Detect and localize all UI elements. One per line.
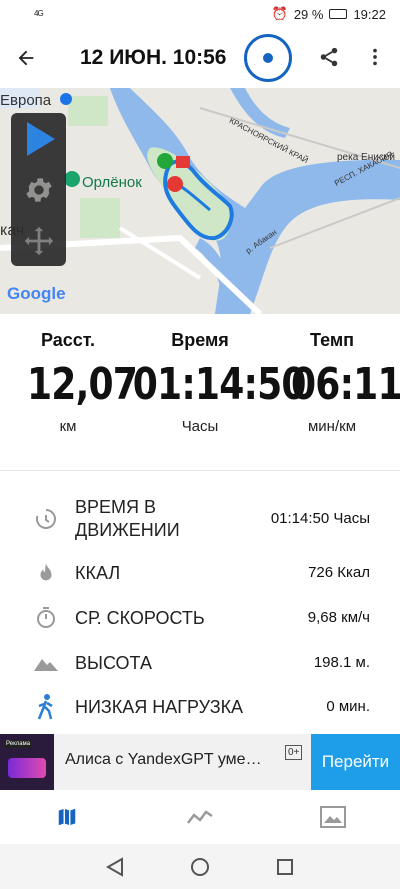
- map-icon: [58, 808, 76, 826]
- record-dot-icon: [263, 53, 273, 63]
- back-button[interactable]: [0, 28, 52, 88]
- gear-icon: [25, 177, 52, 202]
- ad-thumbnail: Реклама: [0, 734, 54, 790]
- detail-name: НИЗКАЯ НАГРУЗКА: [75, 697, 244, 717]
- detail-value: 01:14:50 Часы: [270, 510, 370, 527]
- detail-value: 726 Ккал: [308, 564, 370, 581]
- share-button[interactable]: [314, 42, 344, 72]
- stat-time: Время 01:14:50 Часы: [118, 330, 307, 435]
- finish-flag-icon: [176, 156, 190, 168]
- stat-label: Расст.: [40, 330, 96, 350]
- divider: [0, 470, 400, 471]
- start-marker: [157, 153, 173, 169]
- end-marker: [167, 176, 183, 192]
- page-title: 12 ИЮН. 10:56: [80, 46, 227, 69]
- move-arrows-icon: [24, 226, 53, 255]
- map-label-orlenok: Орлёнок: [82, 174, 142, 191]
- circle-home-icon: [191, 858, 209, 876]
- ad-badge: Реклама: [4, 740, 33, 748]
- detail-name: ККАЛ: [75, 563, 121, 583]
- status-bar: 4G ⏰ 29 % 19:22: [0, 0, 400, 28]
- tab-charts[interactable]: [185, 804, 215, 830]
- map-controls: [11, 113, 66, 266]
- ad-text: Алиса с YandexGPT уме…: [65, 751, 262, 768]
- detail-name: ВРЕМЯ В ДВИЖЕНИИ: [75, 497, 180, 540]
- stat-value: 06:11: [291, 359, 400, 410]
- detail-row-low-load: НИЗКАЯ НАГРУЗКА 0 мин.: [0, 694, 400, 720]
- system-nav-bar: [0, 844, 400, 889]
- stat-label: Темп: [309, 330, 355, 350]
- stat-unit: Часы: [181, 418, 219, 435]
- stat-unit: км: [59, 418, 77, 435]
- detail-value: 0 мин.: [326, 698, 370, 715]
- image-icon: [320, 806, 346, 828]
- battery-level: 29 %: [293, 6, 324, 22]
- ad-banner[interactable]: Реклама Алиса с YandexGPT уме… 0+ Перейт…: [0, 734, 400, 790]
- tab-photos[interactable]: [318, 804, 348, 830]
- app-bar: 12 ИЮН. 10:56: [0, 28, 400, 88]
- arrow-left-icon: [18, 50, 34, 66]
- age-rating: 0+: [285, 745, 303, 760]
- ad-cta-button[interactable]: Перейти: [311, 734, 400, 790]
- nav-home-button[interactable]: [189, 856, 211, 878]
- detail-row-kcal: ККАЛ 726 Ккал: [0, 560, 400, 586]
- more-vert-icon: [373, 48, 377, 66]
- place-pin-icon: [64, 171, 80, 187]
- stopwatch-icon: [34, 606, 58, 630]
- triangle-back-icon: [106, 857, 123, 877]
- ad-image: [8, 758, 46, 778]
- stat-label: Время: [171, 330, 229, 350]
- summary-stats: Расст. 12,07 км Время 01:14:50 Часы Темп…: [0, 330, 400, 460]
- record-button[interactable]: [244, 34, 292, 82]
- google-logo-text: Google: [7, 284, 66, 303]
- nav-back-button[interactable]: [104, 856, 126, 878]
- tab-map[interactable]: [52, 804, 82, 830]
- detail-value: 198.1 м.: [313, 654, 370, 671]
- map-label-europe: Европа: [0, 92, 52, 109]
- stat-distance: Расст. 12,07 км: [18, 330, 138, 435]
- google-logo: Google: [7, 284, 66, 304]
- detail-row-altitude: ВЫСОТА 198.1 м.: [0, 650, 400, 676]
- stat-pace: Темп 06:11 мин/км: [282, 330, 400, 435]
- settings-button[interactable]: [11, 164, 66, 215]
- flame-icon: [34, 561, 58, 585]
- chart-line-icon: [187, 810, 213, 824]
- more-menu-button[interactable]: [360, 42, 390, 72]
- walker-icon: [34, 694, 58, 720]
- nav-recents-button[interactable]: [274, 856, 296, 878]
- alarm-icon: ⏰: [271, 6, 288, 21]
- detail-row-moving-time: ВРЕМЯ В ДВИЖЕНИИ 01:14:50 Часы: [0, 494, 400, 544]
- stat-value: 12,07: [27, 359, 138, 410]
- move-button[interactable]: [11, 215, 66, 266]
- signal-indicator: 4G: [34, 9, 44, 18]
- detail-name: СР. СКОРОСТЬ: [75, 608, 205, 628]
- bottom-nav: [0, 792, 400, 842]
- stat-unit: мин/км: [307, 418, 357, 435]
- play-icon: [26, 121, 55, 156]
- detail-value: 9,68 км/ч: [307, 609, 370, 626]
- clock: 19:22: [353, 6, 386, 22]
- share-icon: [320, 47, 338, 67]
- square-recents-icon: [277, 859, 293, 875]
- play-button[interactable]: [11, 113, 66, 164]
- place-pin-icon: [60, 93, 72, 105]
- detail-row-avg-speed: СР. СКОРОСТЬ 9,68 км/ч: [0, 605, 400, 631]
- mountain-icon: [34, 651, 58, 675]
- detail-name: ВЫСОТА: [75, 653, 152, 673]
- stat-value: 01:14:50: [132, 359, 307, 410]
- battery-icon: [329, 9, 348, 19]
- moving-time-icon: [34, 507, 58, 531]
